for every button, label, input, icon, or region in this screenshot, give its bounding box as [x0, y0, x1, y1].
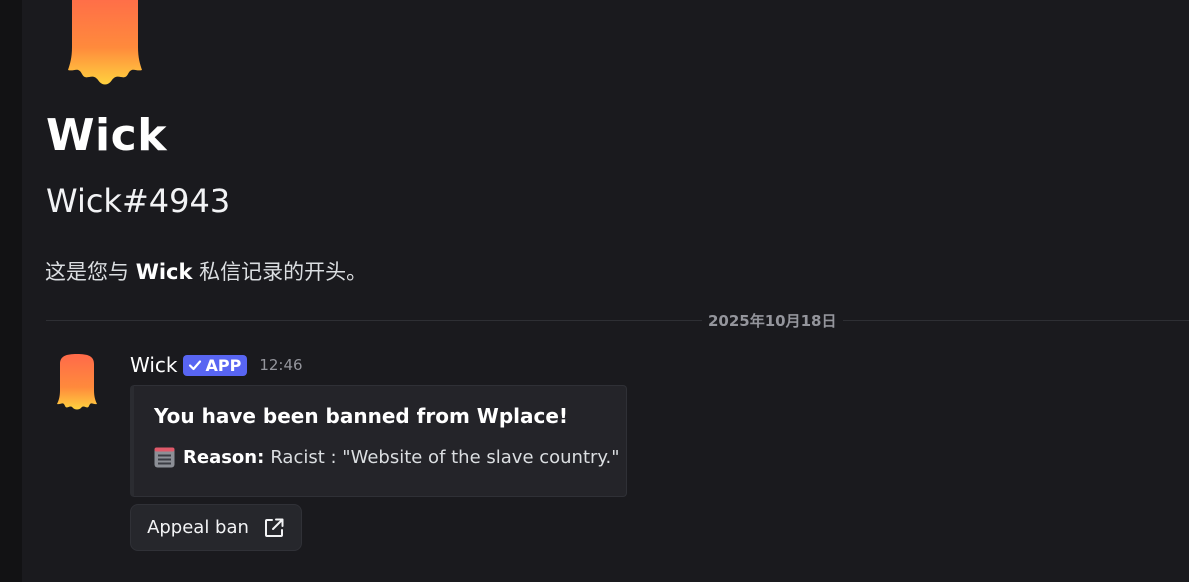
dm-channel: Wick Wick#4943 这是您与 Wick 私信记录的开头。 2025年1…	[22, 0, 1189, 582]
dm-intro-text: 这是您与 Wick 私信记录的开头。	[45, 256, 367, 286]
app-badge: APP	[183, 354, 248, 376]
external-link-icon	[264, 518, 284, 537]
message-timestamp[interactable]: 12:46	[259, 356, 302, 374]
dm-title: Wick	[46, 110, 167, 161]
embed-title: You have been banned from Wplace!	[154, 404, 569, 428]
message-embed: You have been banned from Wplace! Reason…	[130, 385, 627, 497]
author-name[interactable]: Wick	[130, 353, 177, 377]
intro-prefix: 这是您与	[45, 260, 136, 284]
appeal-ban-label: Appeal ban	[147, 517, 249, 538]
app-badge-label: APP	[205, 355, 242, 375]
date-divider-label: 2025年10月18日	[702, 310, 843, 331]
check-icon	[189, 360, 202, 371]
embed-field-reason: Reason: Racist : "Website of the slave c…	[154, 447, 620, 468]
user-tag: Wick#4943	[46, 182, 231, 220]
memo-icon	[154, 447, 175, 468]
wick-avatar-large	[68, 0, 142, 85]
left-rail	[0, 0, 22, 582]
date-divider	[46, 320, 1189, 321]
wick-avatar[interactable]	[56, 352, 98, 410]
intro-name: Wick	[135, 260, 193, 284]
reason-value: Racist : "Website of the slave country."	[270, 447, 620, 468]
appeal-ban-button[interactable]: Appeal ban	[130, 504, 302, 551]
reason-label: Reason:	[183, 447, 265, 468]
message-header: Wick APP 12:46	[130, 352, 303, 378]
intro-suffix: 私信记录的开头。	[192, 260, 368, 284]
